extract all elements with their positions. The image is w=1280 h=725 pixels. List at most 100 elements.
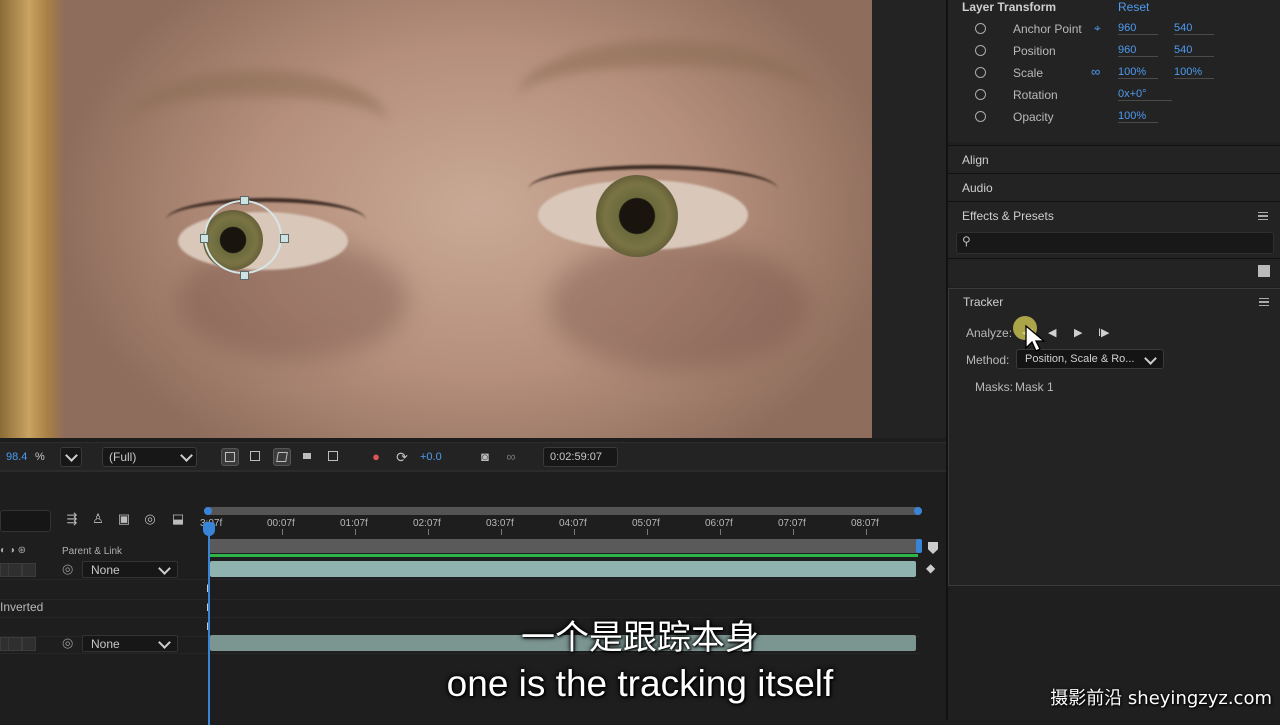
ruler-tick: 04:07f [559, 518, 587, 529]
chevron-down-icon [180, 449, 193, 462]
ruler-tick: 03:07f [486, 518, 514, 529]
timecode-display[interactable]: 0:02:59:07 [543, 447, 618, 467]
zoom-dropdown[interactable] [60, 447, 82, 467]
stopwatch-icon[interactable] [975, 67, 986, 78]
ruler-tick: 05:07f [632, 518, 660, 529]
subtitle-chinese: 一个是跟踪本身 [521, 618, 759, 658]
viewer-toolbar: 98.4 % (Full) ● ⟳ +0.0 ◙ ∞ 0:02:59:07 [0, 442, 946, 471]
comp-marker-icon[interactable] [928, 542, 938, 554]
prop-value[interactable]: 540 [1174, 22, 1214, 35]
checkerboard-icon[interactable] [247, 448, 265, 466]
render-cache-indicator [208, 554, 918, 557]
mask-path-toggle-icon[interactable] [273, 448, 291, 466]
hair-strands [0, 0, 64, 438]
grid-guides-icon[interactable] [325, 448, 343, 466]
composition-flowchart-icon[interactable]: ⇶ [64, 512, 80, 526]
camera-snapshot-icon[interactable]: ◙ [476, 448, 494, 466]
prop-label: Scale [1013, 66, 1044, 80]
graph-editor-icon[interactable]: ⬓ [170, 512, 186, 526]
analyze-backward-icon[interactable]: ◀ [1048, 326, 1056, 339]
method-label: Method: [966, 353, 1010, 367]
ruler-tick: 07:07f [778, 518, 806, 529]
parent-value: None [91, 563, 120, 577]
prop-value[interactable]: 100% [1118, 66, 1158, 79]
frame-blending-icon[interactable]: ▣ [116, 512, 132, 526]
prop-value[interactable]: 0x+0° [1118, 88, 1172, 101]
exposure-value[interactable]: +0.0 [420, 451, 442, 463]
layer-row[interactable]: ◎ None ◆ [0, 560, 935, 580]
prop-value[interactable]: 540 [1174, 44, 1214, 57]
ruler-tick: 01:07f [340, 518, 368, 529]
constrain-proportions-icon[interactable]: ∞ [1091, 64, 1100, 79]
work-area-end-handle[interactable] [916, 539, 922, 553]
prop-label: Position [1013, 44, 1056, 58]
switch-column-icons: ◐ ◑ ⊛ [0, 545, 27, 556]
prop-value[interactable]: 100% [1118, 110, 1158, 123]
prop-value[interactable]: 960 [1118, 44, 1158, 57]
motion-blur-icon[interactable]: ◎ [142, 512, 158, 526]
mask-row[interactable] [0, 580, 920, 600]
audio-panel-header[interactable]: Audio [948, 173, 1280, 202]
effects-footer [948, 258, 1280, 287]
mask-handle-left[interactable] [200, 234, 209, 243]
chevron-down-icon [158, 562, 171, 575]
properties-panel: Layer Transform Reset Anchor Point ⌖ 960… [948, 0, 1280, 142]
stopwatch-icon[interactable] [975, 111, 986, 122]
mask-handle-bottom[interactable] [240, 271, 249, 280]
align-panel-header[interactable]: Align [948, 145, 1280, 174]
navigator-end-handle[interactable] [914, 507, 922, 515]
layer-search-input[interactable] [0, 510, 51, 532]
stopwatch-icon[interactable] [975, 89, 986, 100]
footage-frame [48, 0, 872, 438]
resolution-dropdown[interactable]: (Full) [102, 447, 197, 467]
analyze-forward-one-frame-icon[interactable]: I▶ [1098, 326, 1110, 339]
new-bin-icon[interactable] [1258, 265, 1270, 277]
time-navigator[interactable] [204, 507, 922, 515]
search-icon: ⚲ [962, 234, 971, 248]
safe-margins-icon[interactable] [299, 448, 317, 466]
chevron-down-icon [1144, 352, 1157, 365]
tracking-mask-ellipse[interactable] [204, 200, 282, 274]
mouse-cursor-icon [1025, 324, 1046, 352]
parent-link-header: Parent & Link [62, 546, 123, 557]
audio-title: Audio [962, 181, 993, 195]
show-snapshot-icon[interactable]: ∞ [502, 448, 520, 466]
anchor-point-icon[interactable]: ⌖ [1094, 21, 1101, 36]
shy-layers-icon[interactable]: ♙ [90, 512, 106, 526]
resolution-value: (Full) [109, 450, 137, 464]
transparency-grid-icon[interactable] [221, 448, 239, 466]
masks-label: Masks: [975, 380, 1014, 394]
layer-duration-bar[interactable] [210, 561, 916, 577]
prop-value[interactable]: 100% [1174, 66, 1214, 79]
work-area-bar[interactable] [208, 539, 920, 553]
effects-search-input[interactable]: ⚲ [956, 232, 1274, 254]
ruler-tick: 02:07f [413, 518, 441, 529]
ruler-tick: 00:07f [267, 518, 295, 529]
color-channels-icon[interactable]: ● [367, 448, 385, 466]
prop-value[interactable]: 960 [1118, 22, 1158, 35]
masks-value: Mask 1 [1015, 380, 1054, 394]
panel-menu-icon[interactable] [1258, 212, 1268, 220]
stopwatch-icon[interactable] [975, 23, 986, 34]
reset-exposure-icon[interactable]: ⟳ [393, 448, 411, 466]
mask-handle-right[interactable] [280, 234, 289, 243]
prop-label: Opacity [1013, 110, 1054, 124]
prop-label: Rotation [1013, 88, 1058, 102]
reset-link[interactable]: Reset [1118, 0, 1149, 14]
solo-toggle[interactable] [8, 563, 22, 577]
pickwhip-icon[interactable]: ◎ [62, 561, 73, 577]
panel-menu-icon[interactable] [1259, 298, 1269, 306]
method-value: Position, Scale & Ro... [1025, 353, 1135, 365]
chevron-down-icon [65, 449, 78, 462]
stopwatch-icon[interactable] [975, 45, 986, 56]
zoom-value[interactable]: 98.4 [6, 451, 27, 463]
parent-dropdown[interactable]: None [82, 561, 178, 578]
mask-handle-top[interactable] [240, 196, 249, 205]
composition-viewer[interactable] [0, 0, 946, 438]
prop-label: Anchor Point [1013, 22, 1082, 36]
keyframe-nav-icon[interactable]: ◆ [926, 561, 935, 575]
analyze-forward-icon[interactable]: ▶ [1074, 326, 1082, 339]
lock-toggle[interactable] [22, 563, 36, 577]
navigator-start-handle[interactable] [204, 507, 212, 515]
tracker-title: Tracker [963, 295, 1004, 309]
